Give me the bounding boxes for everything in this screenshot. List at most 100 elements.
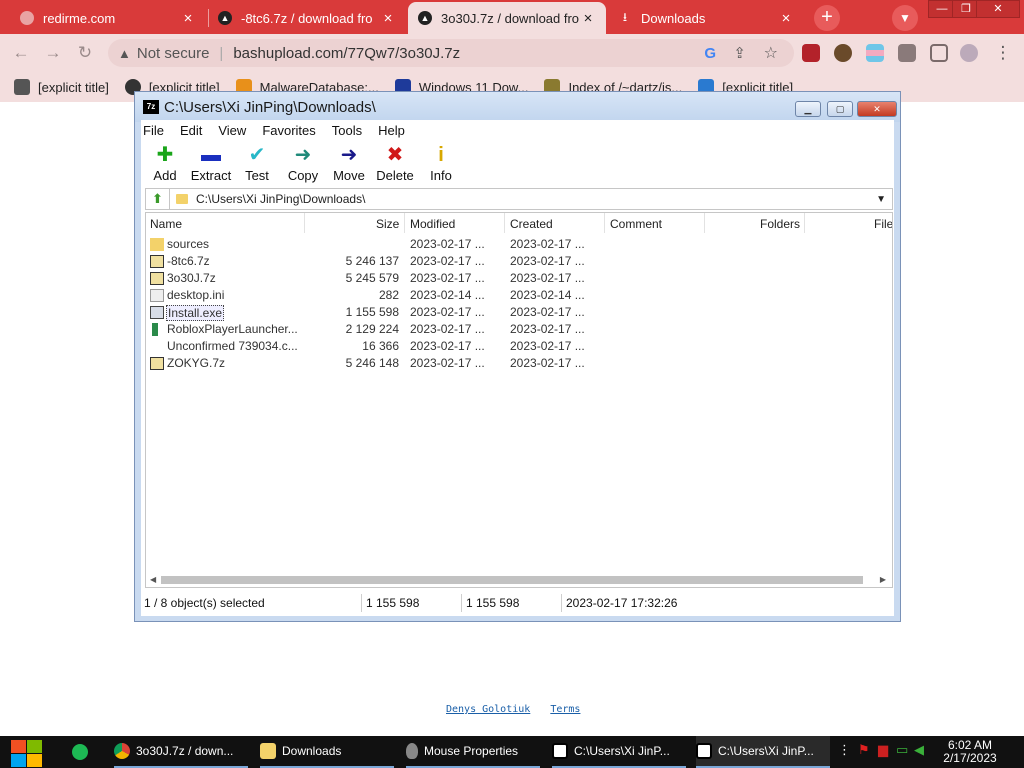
column-created[interactable]: Created xyxy=(510,217,553,231)
toolbar-label: Test xyxy=(245,168,269,183)
file-row[interactable]: RobloxPlayerLauncher... 2 129 224 2023-0… xyxy=(146,321,892,338)
path-bar[interactable]: ⬆ C:\Users\Xi JinPing\Downloads\ ▼ xyxy=(145,188,893,210)
profile-avatar-icon[interactable] xyxy=(960,44,978,62)
column-folders[interactable]: Folders xyxy=(760,217,800,231)
tab-close-icon[interactable]: × xyxy=(580,10,596,27)
extract-button[interactable]: ▬ Extract xyxy=(187,142,235,183)
tab-8tc6[interactable]: ▲ -8tc6.7z / download fro × xyxy=(208,2,406,34)
tab-close-icon[interactable]: × xyxy=(778,10,794,27)
column-divider[interactable] xyxy=(704,213,705,233)
file-row[interactable]: 3o30J.7z 5 245 579 2023-02-17 ... 2023-0… xyxy=(146,270,892,287)
ublock-extension-icon[interactable] xyxy=(802,44,820,62)
column-divider[interactable] xyxy=(804,213,805,233)
hardware-icon[interactable]: ▆ xyxy=(878,742,888,762)
file-row[interactable]: -8tc6.7z 5 246 137 2023-02-17 ... 2023-0… xyxy=(146,253,892,270)
menu-file[interactable]: File xyxy=(141,123,172,138)
tab-3o30j[interactable]: ▲ 3o30J.7z / download fro × xyxy=(408,2,606,34)
column-comment[interactable]: Comment xyxy=(610,217,662,231)
url-text[interactable]: bashupload.com/77Qw7/3o30J.7z xyxy=(233,45,460,62)
tab-close-icon[interactable]: × xyxy=(380,10,396,27)
file-row[interactable]: sources 2023-02-17 ... 2023-02-17 ... xyxy=(146,236,892,253)
file-row[interactable]: ZOKYG.7z 5 246 148 2023-02-17 ... 2023-0… xyxy=(146,355,892,372)
scrollbar-thumb[interactable] xyxy=(161,576,863,584)
file-row[interactable]: Unconfirmed 739034.c... 16 366 2023-02-1… xyxy=(146,338,892,355)
file-name: 3o30J.7z xyxy=(167,271,216,285)
column-size[interactable]: Size xyxy=(376,217,399,231)
back-arrow-icon[interactable]: ← xyxy=(10,42,32,64)
flag-extension-icon[interactable] xyxy=(866,44,884,62)
taskbar-mouse-properties[interactable]: Mouse Properties xyxy=(406,736,540,768)
taskbar-sevenzip-1[interactable]: C:\Users\Xi JinP... xyxy=(552,736,686,768)
share-icon[interactable]: ⇪ xyxy=(733,44,746,62)
scroll-right-icon[interactable]: ▶ xyxy=(880,573,886,587)
taskbar-clock[interactable]: 6:02 AM 2/17/2023 xyxy=(930,739,1010,765)
archive-icon xyxy=(150,357,164,370)
file-row[interactable]: desktop.ini 282 2023-02-14 ... 2023-02-1… xyxy=(146,287,892,304)
forward-arrow-icon[interactable]: → xyxy=(42,42,64,64)
column-modified[interactable]: Modified xyxy=(410,217,455,231)
start-button[interactable] xyxy=(9,738,43,767)
tab-downloads[interactable]: ⭳ Downloads × xyxy=(608,2,804,34)
tab-close-icon[interactable]: × xyxy=(180,10,196,27)
bookmark-star-icon[interactable]: ☆ xyxy=(764,43,778,63)
puzzle-extensions-icon[interactable] xyxy=(898,44,916,62)
menu-view[interactable]: View xyxy=(210,123,254,138)
bookmark-item[interactable]: [explicit title] xyxy=(14,79,109,95)
maximize-button[interactable]: ▢ xyxy=(827,101,853,117)
move-button[interactable]: ➜ Move xyxy=(325,142,373,183)
file-modified: 2023-02-17 ... xyxy=(410,339,485,353)
chevron-down-icon[interactable]: ▼ xyxy=(876,194,886,205)
taskbar-explorer[interactable]: Downloads xyxy=(260,736,394,768)
column-name[interactable]: Name xyxy=(150,217,182,231)
roblox-icon xyxy=(152,323,158,336)
column-divider[interactable] xyxy=(304,213,305,233)
toolbar-label: Copy xyxy=(287,168,319,183)
file-created: 2023-02-17 ... xyxy=(510,356,585,370)
delete-button[interactable]: ✖ Delete xyxy=(371,142,419,183)
horizontal-scrollbar[interactable]: ◀ ▶ xyxy=(146,573,892,587)
flag-icon[interactable]: ⚑ xyxy=(858,742,870,762)
taskbar-spotify[interactable] xyxy=(72,736,94,768)
minimize-button[interactable]: ▁ xyxy=(795,101,821,117)
footer-link-author[interactable]: Denys Golotiuk xyxy=(446,704,530,715)
up-folder-icon[interactable]: ⬆ xyxy=(146,189,170,209)
tray-overflow-icon[interactable]: ⋮ xyxy=(838,742,851,762)
info-button[interactable]: i Info xyxy=(417,142,465,183)
kebab-menu-icon[interactable]: ⋮ xyxy=(992,42,1014,64)
address-bar[interactable]: ▲ Not secure | bashupload.com/77Qw7/3o30… xyxy=(108,39,794,67)
column-divider[interactable] xyxy=(404,213,405,233)
network-icon[interactable]: ▭ xyxy=(896,742,908,762)
taskbar-chrome[interactable]: 3o30J.7z / down... xyxy=(114,736,248,768)
copy-button[interactable]: ➜ Copy xyxy=(279,142,327,183)
delete-x-icon: ✖ xyxy=(386,144,404,166)
file-list[interactable]: Name Size Modified Created Comment Folde… xyxy=(145,212,893,588)
tab-search-button[interactable]: ▼ xyxy=(892,5,918,31)
avatar-extension-icon[interactable] xyxy=(834,44,852,62)
file-row-selected[interactable]: Install.exe 1 155 598 2023-02-17 ... 202… xyxy=(146,304,892,321)
column-file[interactable]: File xyxy=(874,217,892,231)
reload-icon[interactable]: ↻ xyxy=(74,42,96,64)
taskbar-sevenzip-2[interactable]: C:\Users\Xi JinP... xyxy=(696,736,830,768)
column-divider[interactable] xyxy=(504,213,505,233)
chrome-icon xyxy=(114,743,130,759)
volume-icon[interactable]: ◀ xyxy=(914,742,924,762)
google-lens-icon[interactable]: G xyxy=(704,45,716,62)
tab-redirme[interactable]: redirme.com × xyxy=(10,2,206,34)
close-window-button[interactable]: ✕ xyxy=(976,0,1020,18)
file-created: 2023-02-17 ... xyxy=(510,271,585,285)
add-button[interactable]: ✚ Add xyxy=(141,142,189,183)
close-button[interactable]: ✕ xyxy=(857,101,897,117)
test-button[interactable]: ✔ Test xyxy=(233,142,281,183)
menu-tools[interactable]: Tools xyxy=(324,123,370,138)
sidepanel-icon[interactable] xyxy=(930,44,948,62)
menu-help[interactable]: Help xyxy=(370,123,413,138)
column-divider[interactable] xyxy=(604,213,605,233)
menu-edit[interactable]: Edit xyxy=(172,123,210,138)
new-tab-button[interactable]: + xyxy=(814,5,840,31)
footer-link-terms[interactable]: Terms xyxy=(550,704,580,715)
menu-favorites[interactable]: Favorites xyxy=(254,123,323,138)
browser-toolbar: ← → ↻ ▲ Not secure | bashupload.com/77Qw… xyxy=(0,34,1024,72)
sevenzip-title-bar[interactable]: 7z C:\Users\Xi JinPing\Downloads\ xyxy=(135,92,900,122)
sevenzip-icon xyxy=(696,743,712,759)
scroll-left-icon[interactable]: ◀ xyxy=(150,573,156,587)
